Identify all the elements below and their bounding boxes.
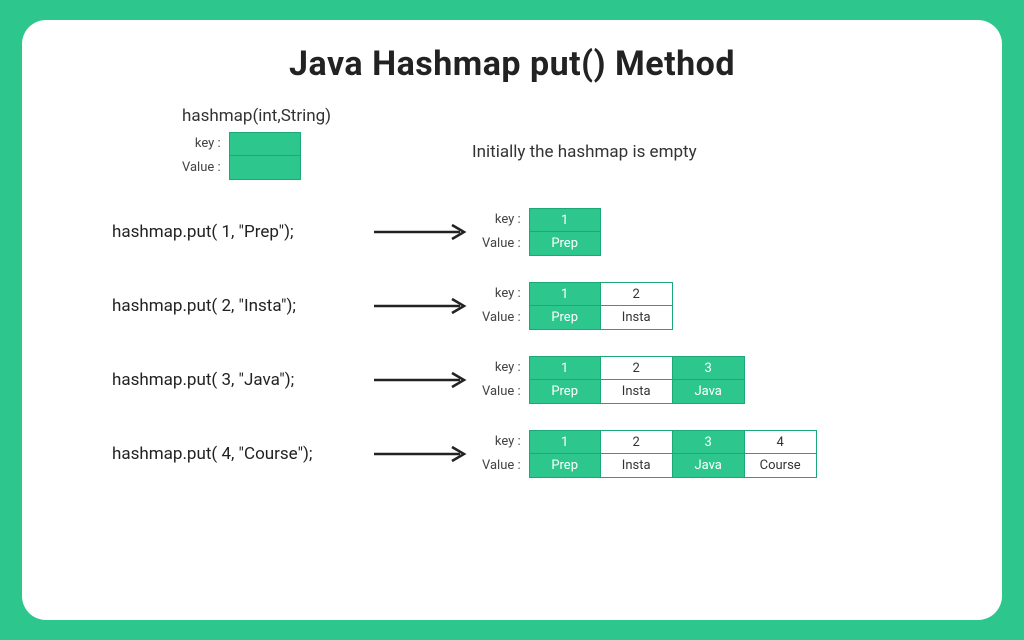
value-cell: Insta	[601, 380, 673, 404]
empty-value-cell	[229, 156, 301, 180]
key-row: 123	[529, 356, 745, 380]
declaration-row: hashmap(int,String) key : Value : Initia…	[82, 106, 942, 180]
value-cell: Prep	[529, 232, 601, 256]
value-cell: Java	[673, 454, 745, 478]
key-cell: 4	[745, 430, 817, 454]
kv-labels: key :Value :	[482, 356, 521, 404]
step-row: hashmap.put( 4, "Course"); key :Value : 12…	[82, 430, 942, 478]
declaration-note: Initially the hashmap is empty	[472, 106, 697, 162]
key-label: key :	[482, 356, 521, 380]
key-cell: 1	[529, 282, 601, 306]
value-row: Prep	[529, 232, 601, 256]
step-code: hashmap.put( 4, "Course");	[112, 444, 362, 464]
arrow-icon	[362, 370, 482, 390]
key-label: key :	[482, 208, 521, 232]
empty-hashmap-block: key : Value :	[182, 132, 442, 180]
key-cell: 3	[673, 430, 745, 454]
key-cell: 1	[529, 208, 601, 232]
step-row: hashmap.put( 2, "Insta");key :Value :12P…	[82, 282, 942, 330]
key-row: 12	[529, 282, 673, 306]
step-code: hashmap.put( 3, "Java");	[112, 370, 362, 390]
arrow-icon	[362, 444, 482, 464]
value-cell: Prep	[529, 306, 601, 330]
arrow-icon	[362, 222, 482, 242]
value-label: Value :	[182, 156, 221, 180]
kv-labels: key :Value :	[482, 430, 521, 478]
key-cell: 1	[529, 430, 601, 454]
key-cell: 3	[673, 356, 745, 380]
value-cell: Prep	[529, 454, 601, 478]
empty-key-cell	[229, 132, 301, 156]
step-row: hashmap.put( 1, "Prep");key :Value :1Pre…	[82, 208, 942, 256]
steps-container: hashmap.put( 1, "Prep");key :Value :1Pre…	[82, 208, 942, 478]
key-row: 1234	[529, 430, 817, 454]
declaration-signature: hashmap(int,String)	[182, 106, 442, 126]
value-label: Value :	[482, 454, 521, 478]
step-row: hashmap.put( 3, "Java");key :Value :123P…	[82, 356, 942, 404]
value-cell: Prep	[529, 380, 601, 404]
step-result: key :Value :12PrepInsta	[482, 282, 942, 330]
cells-block: 123PrepInstaJava	[529, 356, 745, 404]
step-result: key :Value :1Prep	[482, 208, 942, 256]
key-row: 1	[529, 208, 601, 232]
cells-block: 1Prep	[529, 208, 601, 256]
step-result: key :Value :123PrepInstaJava	[482, 356, 942, 404]
cells-block: 1234PrepInstaJavaCourse	[529, 430, 817, 478]
declaration-left: hashmap(int,String) key : Value :	[182, 106, 442, 180]
value-label: Value :	[482, 232, 521, 256]
step-code: hashmap.put( 2, "Insta");	[112, 296, 362, 316]
kv-labels: key :Value :	[482, 208, 521, 256]
page-title: Java Hashmap put() Method	[82, 44, 942, 84]
value-cell: Course	[745, 454, 817, 478]
key-cell: 2	[601, 356, 673, 380]
value-row: PrepInstaJava	[529, 380, 745, 404]
value-cell: Insta	[601, 454, 673, 478]
step-result: key :Value :1234PrepInstaJavaCourse	[482, 430, 942, 478]
value-row: PrepInstaJavaCourse	[529, 454, 817, 478]
key-label: key :	[482, 430, 521, 454]
value-label: Value :	[482, 306, 521, 330]
key-label: key :	[482, 282, 521, 306]
value-row: PrepInsta	[529, 306, 673, 330]
step-code: hashmap.put( 1, "Prep");	[112, 222, 362, 242]
empty-cells	[229, 132, 301, 180]
key-cell: 2	[601, 430, 673, 454]
kv-labels: key : Value :	[182, 132, 221, 180]
key-cell: 2	[601, 282, 673, 306]
key-label: key :	[182, 132, 221, 156]
diagram-card: Java Hashmap put() Method hashmap(int,St…	[22, 20, 1002, 620]
value-cell: Java	[673, 380, 745, 404]
kv-labels: key :Value :	[482, 282, 521, 330]
key-cell: 1	[529, 356, 601, 380]
value-label: Value :	[482, 380, 521, 404]
value-cell: Insta	[601, 306, 673, 330]
arrow-icon	[362, 296, 482, 316]
cells-block: 12PrepInsta	[529, 282, 673, 330]
